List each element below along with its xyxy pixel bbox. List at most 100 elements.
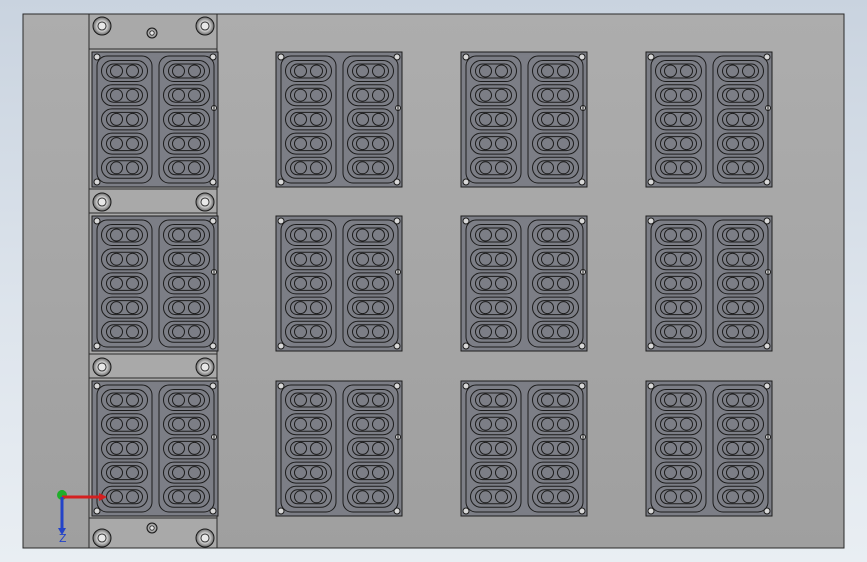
contact-pad xyxy=(470,60,517,82)
contact-pad xyxy=(532,156,579,179)
contact-pad xyxy=(655,224,702,246)
screw-head-icon xyxy=(195,528,215,548)
contact-pad xyxy=(655,60,702,82)
housing-module xyxy=(645,380,773,517)
contact-pad xyxy=(285,224,332,246)
contact-pad xyxy=(532,224,579,246)
housing-module xyxy=(91,380,219,517)
housing-module xyxy=(91,215,219,352)
contact-pad xyxy=(655,485,702,508)
cad-graphics-area[interactable]: Z xyxy=(0,0,867,562)
contact-pad xyxy=(470,485,517,508)
contact-pad xyxy=(347,132,394,155)
contact-pad xyxy=(101,132,148,155)
screw-head-icon xyxy=(146,27,158,39)
contact-pad xyxy=(347,272,394,295)
contact-pad xyxy=(717,156,764,179)
contact-pad xyxy=(655,413,702,436)
contact-pad xyxy=(101,413,148,436)
contact-pad xyxy=(285,296,332,319)
contact-pad xyxy=(285,437,332,460)
contact-pad xyxy=(347,84,394,107)
contact-pad xyxy=(163,389,210,411)
contact-pad xyxy=(163,60,210,82)
contact-pad xyxy=(717,413,764,436)
housing-module xyxy=(460,215,588,352)
contact-pad xyxy=(285,108,332,131)
contact-pad xyxy=(532,132,579,155)
contact-pad xyxy=(717,132,764,155)
contact-pad xyxy=(470,272,517,295)
contact-pad xyxy=(101,437,148,460)
contact-pad xyxy=(532,461,579,484)
contact-pad xyxy=(347,413,394,436)
housing-module xyxy=(645,51,773,188)
model-view[interactable]: Z xyxy=(0,0,867,562)
contact-pad xyxy=(532,108,579,131)
screw-head-icon xyxy=(92,357,112,377)
contact-pad xyxy=(717,224,764,246)
contact-pad xyxy=(101,84,148,107)
contact-pad xyxy=(532,296,579,319)
screw-head-icon xyxy=(92,192,112,212)
contact-pad xyxy=(163,296,210,319)
contact-pad xyxy=(347,485,394,508)
contact-pad xyxy=(532,272,579,295)
screw-head-icon xyxy=(146,522,158,534)
contact-pad xyxy=(163,108,210,131)
contact-pad xyxy=(532,248,579,271)
contact-pad xyxy=(717,461,764,484)
screw-head-icon xyxy=(195,16,215,36)
contact-pad xyxy=(285,156,332,179)
contact-pad xyxy=(101,224,148,246)
housing-module xyxy=(645,215,773,352)
contact-pad xyxy=(717,248,764,271)
housing-module xyxy=(91,51,219,188)
contact-pad xyxy=(470,437,517,460)
contact-pad xyxy=(347,108,394,131)
contact-pad xyxy=(163,156,210,179)
contact-pad xyxy=(655,296,702,319)
contact-pad xyxy=(717,389,764,411)
contact-pad xyxy=(655,272,702,295)
contact-pad xyxy=(470,320,517,343)
contact-pad xyxy=(163,248,210,271)
contact-pad xyxy=(347,437,394,460)
contact-pad xyxy=(101,296,148,319)
contact-pad xyxy=(285,485,332,508)
contact-pad xyxy=(532,84,579,107)
contact-pad xyxy=(655,84,702,107)
housing-module xyxy=(275,51,403,188)
contact-pad xyxy=(163,224,210,246)
axis-z-label: Z xyxy=(59,532,67,545)
contact-pad xyxy=(347,389,394,411)
contact-pad xyxy=(470,132,517,155)
contact-pad xyxy=(470,461,517,484)
contact-pad xyxy=(285,461,332,484)
housing-module xyxy=(275,380,403,517)
contact-pad xyxy=(470,296,517,319)
contact-pad xyxy=(717,485,764,508)
contact-pad xyxy=(163,437,210,460)
contact-pad xyxy=(532,413,579,436)
contact-pad xyxy=(655,156,702,179)
contact-pad xyxy=(101,461,148,484)
contact-pad xyxy=(470,248,517,271)
contact-pad xyxy=(101,272,148,295)
contact-pad xyxy=(717,108,764,131)
contact-pad xyxy=(655,437,702,460)
contact-pad xyxy=(470,84,517,107)
contact-pad xyxy=(470,413,517,436)
contact-pad xyxy=(347,224,394,246)
contact-pad xyxy=(347,320,394,343)
contact-pad xyxy=(101,320,148,343)
contact-pad xyxy=(347,248,394,271)
screw-head-icon xyxy=(195,192,215,212)
contact-pad xyxy=(163,413,210,436)
contact-pad xyxy=(285,389,332,411)
contact-pad xyxy=(163,320,210,343)
screw-head-icon xyxy=(195,357,215,377)
housing-module xyxy=(460,51,588,188)
contact-pad xyxy=(717,60,764,82)
contact-pad xyxy=(655,132,702,155)
